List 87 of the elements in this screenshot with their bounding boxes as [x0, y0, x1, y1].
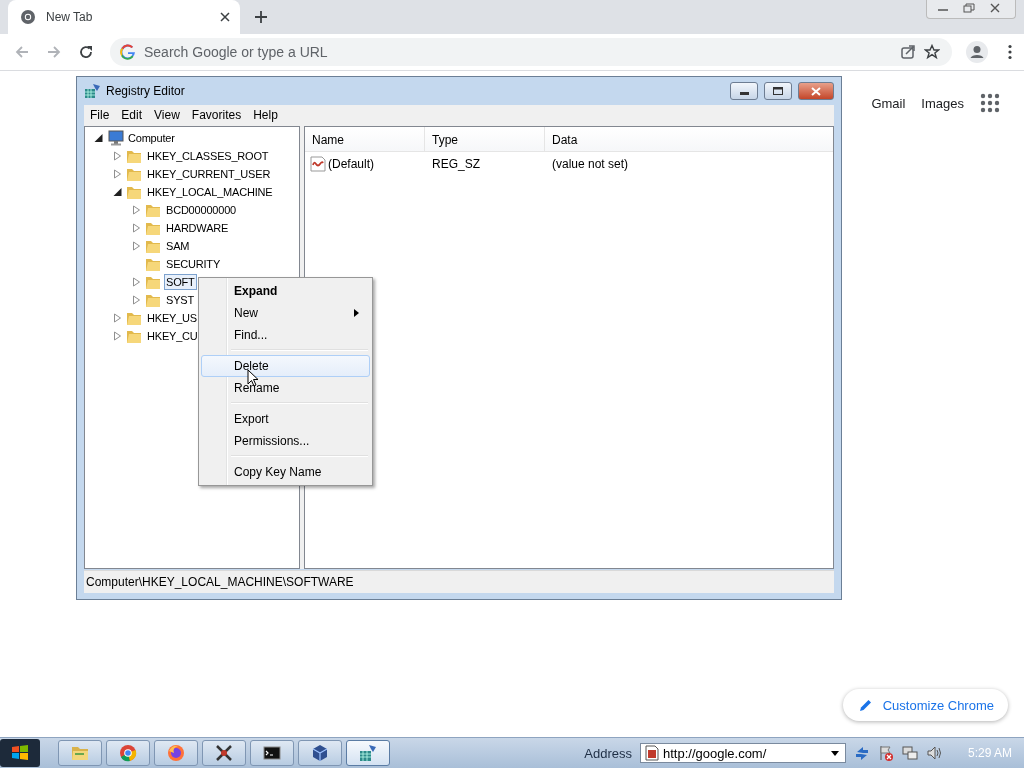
column-header[interactable]: Data — [545, 127, 725, 151]
minimize-button[interactable] — [730, 82, 758, 100]
folder-icon — [144, 274, 162, 290]
new-tab-icon[interactable] — [254, 10, 268, 24]
tree-item[interactable]: SECURITY — [164, 256, 223, 272]
expander-icon[interactable] — [93, 133, 103, 143]
taskbar-button[interactable] — [250, 740, 294, 766]
tree-item[interactable]: HKEY_US — [145, 310, 199, 326]
taskbar-button[interactable] — [298, 740, 342, 766]
folder-icon — [144, 256, 162, 272]
console-icon — [262, 743, 282, 763]
value-data: (value not set) — [551, 157, 630, 171]
network-icon[interactable] — [901, 745, 918, 761]
share-icon[interactable] — [900, 44, 916, 60]
context-menu-item[interactable]: Permissions... — [201, 430, 370, 452]
tree-item[interactable]: HKEY_CURRENT_USER — [145, 166, 273, 182]
taskbar-button[interactable] — [202, 740, 246, 766]
maximize-icon — [773, 87, 783, 95]
column-header[interactable]: Type — [425, 127, 545, 151]
string-value-icon — [310, 156, 326, 172]
folder-icon — [144, 220, 162, 236]
menu-item[interactable]: Favorites — [185, 108, 248, 122]
window-title: Registry Editor — [106, 84, 185, 98]
menu-item[interactable]: View — [148, 108, 186, 122]
top-link[interactable]: Images — [921, 95, 964, 111]
start-button[interactable] — [0, 739, 40, 767]
flag-icon[interactable] — [877, 745, 894, 761]
tree-item[interactable]: BCD00000000 — [164, 202, 238, 218]
top-link[interactable]: Gmail — [871, 95, 906, 111]
context-menu-item[interactable]: Copy Key Name — [201, 461, 370, 483]
tree-item[interactable]: Computer — [126, 130, 177, 146]
browser-tab[interactable]: New Tab — [8, 0, 240, 34]
address-field[interactable]: http://google.com/ — [639, 743, 846, 763]
context-menu-item[interactable]: Delete — [201, 355, 370, 377]
folder-icon — [125, 166, 143, 182]
tree-item[interactable]: HKEY_CLASSES_ROOT — [145, 148, 271, 164]
tree-item[interactable]: HKEY_CU — [145, 328, 200, 344]
customize-chrome-button[interactable]: Customize Chrome — [842, 689, 1008, 721]
maximize-button[interactable] — [764, 82, 792, 100]
context-menu-item[interactable]: Rename — [201, 377, 370, 399]
column-header[interactable]: Name — [305, 127, 425, 151]
close-icon[interactable] — [989, 3, 1001, 13]
folder-icon — [125, 148, 143, 164]
folder-icon — [125, 310, 143, 326]
folder-icon — [125, 184, 143, 200]
dropdown-icon — [830, 750, 839, 756]
close-icon — [811, 86, 821, 96]
go-icon[interactable] — [853, 745, 870, 761]
cube-icon — [310, 743, 330, 763]
tree-item[interactable]: HARDWARE — [164, 220, 231, 236]
address-label: Address — [584, 745, 632, 761]
google-icon — [120, 44, 136, 60]
apps-grid-icon[interactable] — [980, 93, 1000, 113]
tree-item[interactable]: HKEY_LOCAL_MACHINE — [145, 184, 275, 200]
folder-icon — [144, 202, 162, 218]
restore-icon[interactable] — [963, 3, 975, 13]
tree-item[interactable]: SYST — [164, 292, 196, 308]
profile-icon[interactable] — [966, 41, 988, 63]
folder-icon — [144, 292, 162, 308]
tree-item[interactable]: SAM — [164, 238, 192, 254]
folder-icon — [125, 328, 143, 344]
clock: 5:29 AM — [967, 746, 1012, 760]
computer-icon — [106, 130, 124, 146]
value-name: (Default) — [328, 157, 374, 171]
menu-item[interactable]: Help — [247, 108, 284, 122]
menu-item[interactable]: Edit — [115, 108, 149, 122]
crossed-tools-icon — [214, 743, 234, 763]
tree-item[interactable]: SOFT — [164, 274, 197, 290]
menu-icon[interactable] — [1008, 44, 1012, 60]
close-button[interactable] — [798, 82, 834, 100]
page-icon — [644, 745, 659, 761]
folder-icon — [144, 238, 162, 254]
context-menu-item[interactable]: Expand — [201, 280, 370, 302]
value-type: REG_SZ — [431, 157, 481, 171]
speaker-icon[interactable] — [925, 745, 942, 761]
reload-icon[interactable] — [78, 44, 94, 60]
address-placeholder: Search Google or type a URL — [144, 44, 328, 60]
star-icon[interactable] — [924, 44, 940, 60]
address-bar[interactable]: Search Google or type a URL — [110, 38, 952, 66]
context-menu-item[interactable]: New — [201, 302, 370, 324]
context-menu-item[interactable]: Find... — [201, 324, 370, 346]
expander-icon[interactable] — [112, 187, 122, 197]
status-bar: Computer\HKEY_LOCAL_MACHINE\SOFTWARE — [84, 570, 834, 593]
pencil-icon — [858, 698, 873, 712]
context-menu-item[interactable]: Export — [201, 408, 370, 430]
close-icon[interactable] — [220, 12, 230, 22]
menu-item[interactable]: File — [84, 108, 116, 122]
